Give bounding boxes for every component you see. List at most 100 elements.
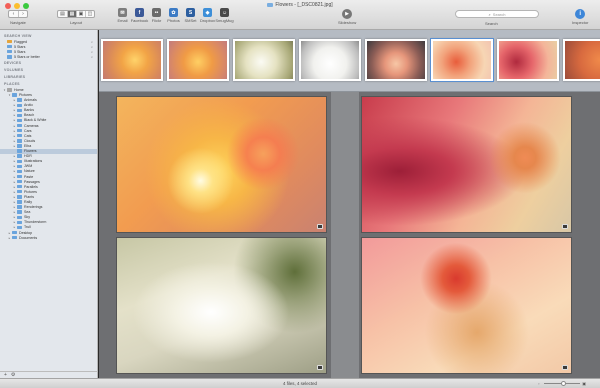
share-label: Flickr <box>151 18 162 23</box>
sidebar-item-documents[interactable]: ▸ Documents <box>0 235 97 240</box>
slideshow-button[interactable]: ▶ Slideshow <box>338 9 356 25</box>
flickr-icon: •• <box>152 8 161 17</box>
inspector-button[interactable]: i Inspector <box>572 9 588 25</box>
thumb-red-hibiscus[interactable] <box>497 39 559 81</box>
sidebar-header-volumes[interactable]: VOLUMES <box>0 66 97 73</box>
search-icon: ⌕ <box>90 39 93 44</box>
photo-red-hibiscus[interactable] <box>361 96 572 233</box>
share-dropbox-button[interactable]: ◆ Dropbox <box>199 8 216 23</box>
folder-icon <box>17 159 22 163</box>
smset-icon: S <box>186 8 195 17</box>
sidebar-item-label: Beach <box>24 113 35 118</box>
sidebar-footer: + ⚙ <box>0 371 98 378</box>
sidebar-item-label: Elba <box>24 143 32 148</box>
folder-icon <box>17 98 22 102</box>
sidebar-item-label: Documents <box>19 235 38 240</box>
share-label: SmugMug <box>215 18 234 23</box>
zoom-slider[interactable]: ▫ ▣ <box>538 381 586 386</box>
photo-pink-stamen[interactable] <box>361 237 572 374</box>
image-badge-icon <box>317 365 323 370</box>
dropbox-icon: ◆ <box>203 8 212 17</box>
back-button[interactable]: ‹ <box>9 11 18 17</box>
sidebar-item-label: Cars <box>24 128 32 133</box>
share-label: Dropbox <box>199 18 216 23</box>
folder-icon <box>17 200 22 204</box>
photo-orange-stamen[interactable] <box>116 96 327 233</box>
thumb-orange-stamen-2[interactable] <box>167 39 229 81</box>
sidebar-item-label: Trull <box>24 225 31 230</box>
thumb-orange-stamen[interactable] <box>101 39 163 81</box>
share-photos-button[interactable]: ✿ Photos <box>167 8 180 23</box>
saved-search-item[interactable]: 5 Stars or better ⌕ <box>0 54 97 59</box>
share-smset-button[interactable]: S SMSet <box>184 8 197 23</box>
status-bar: 4 files, 4 selected ▫ ▣ <box>0 378 600 388</box>
sidebar-item-label: Pictures <box>24 189 37 194</box>
share-label: Email <box>117 18 128 23</box>
sidebar-item-label: Plants <box>24 194 34 199</box>
folder-icon <box>17 108 22 112</box>
share-smugmug-button[interactable]: ☺ SmugMug <box>215 8 234 23</box>
layout-grid-button[interactable]: ▦ <box>67 11 76 17</box>
zoom-out-icon[interactable]: ▫ <box>538 381 539 386</box>
saved-searches: Flagged ⌕ 5 Stars ⌕ 5 Stars ⌕ 5 Stars or bette… <box>0 39 97 59</box>
photos-icon: ✿ <box>169 8 178 17</box>
sidebar-item-label: Pictures <box>19 93 32 98</box>
share-label: Photos <box>167 18 180 23</box>
sidebar-item-label: Renderings <box>24 205 43 210</box>
sidebar-item-label: Passages <box>24 179 40 184</box>
layout-list-button[interactable]: ▤ <box>58 11 67 17</box>
sidebar-item-label: Desktop <box>19 230 33 235</box>
sidebar-item-label: Animals <box>24 98 37 103</box>
sidebar-item-label: Illustrations <box>24 159 43 164</box>
share-email-button[interactable]: ✉ Email <box>116 8 129 23</box>
inspector-label: Inspector <box>572 20 589 25</box>
status-text: 4 files, 4 selected <box>283 381 317 386</box>
folder-icon <box>17 134 22 138</box>
share-label: Facebook <box>130 18 149 23</box>
thumb-pink-flower-dark[interactable] <box>365 39 427 81</box>
search-icon: ⌕ <box>488 11 491 17</box>
sidebar-header-search: SEARCH VIEW <box>4 34 32 38</box>
folder-icon <box>17 169 22 174</box>
sidebar-item-label: Cats <box>24 133 32 138</box>
sidebar: SEARCH VIEW Flagged ⌕ 5 Stars ⌕ 5 Stars ⌕ 5 St… <box>0 30 98 378</box>
image-badge-icon <box>562 365 568 370</box>
sidebar-item-label: Arctic <box>24 103 33 108</box>
sidebar-item-label: 5 Stars <box>14 49 26 54</box>
layout-group: ▤ ▦ ▣ ◫ Layout <box>57 10 95 25</box>
navigate-label: Navigate <box>10 20 26 25</box>
sidebar-header-places[interactable]: PLACES <box>0 80 97 87</box>
navigate-group: ‹ › Navigate <box>8 10 28 25</box>
sidebar-item-label: 5 Stars or better <box>14 54 40 59</box>
folder-icon <box>17 215 22 219</box>
sidebar-item-label: Clouds <box>24 138 36 143</box>
folder-icon <box>17 123 22 128</box>
layout-viewer-button[interactable]: ▣ <box>76 11 85 17</box>
image-badge-icon <box>317 224 323 229</box>
forward-button[interactable]: › <box>18 11 27 17</box>
thumb-pink-stamen[interactable] <box>430 38 494 82</box>
layout-label: Layout <box>69 20 82 25</box>
thumb-white-petals[interactable] <box>299 39 361 81</box>
sidebar-item-label: HDR <box>24 154 32 159</box>
layout-split-button[interactable]: ◫ <box>85 11 94 17</box>
photo-white-stamen[interactable] <box>116 237 327 374</box>
search-icon: ⌕ <box>90 54 93 59</box>
sidebar-header-devices[interactable]: DEVICES <box>0 59 97 66</box>
sidebar-item-label: Flagged <box>14 39 27 44</box>
folder-icon <box>17 185 22 189</box>
sidebar-item-label: Cameras <box>24 123 39 128</box>
folder-icon <box>17 103 22 107</box>
sidebar-header-libraries[interactable]: LIBRARIES <box>0 73 97 80</box>
filmstrip[interactable] <box>99 30 600 92</box>
thumb-white-stamen[interactable] <box>233 39 295 81</box>
thumb-partial[interactable] <box>563 39 600 81</box>
sidebar-item-label: Flowers <box>24 149 37 154</box>
facebook-icon: f <box>135 8 144 17</box>
share-facebook-button[interactable]: f Facebook <box>130 8 149 23</box>
info-icon: i <box>575 9 586 19</box>
share-flickr-button[interactable]: •• Flickr <box>150 8 163 23</box>
search-icon: ⌕ <box>90 49 93 54</box>
search-input[interactable]: ⌕ Search <box>455 10 539 18</box>
zoom-in-icon[interactable]: ▣ <box>582 381 586 386</box>
